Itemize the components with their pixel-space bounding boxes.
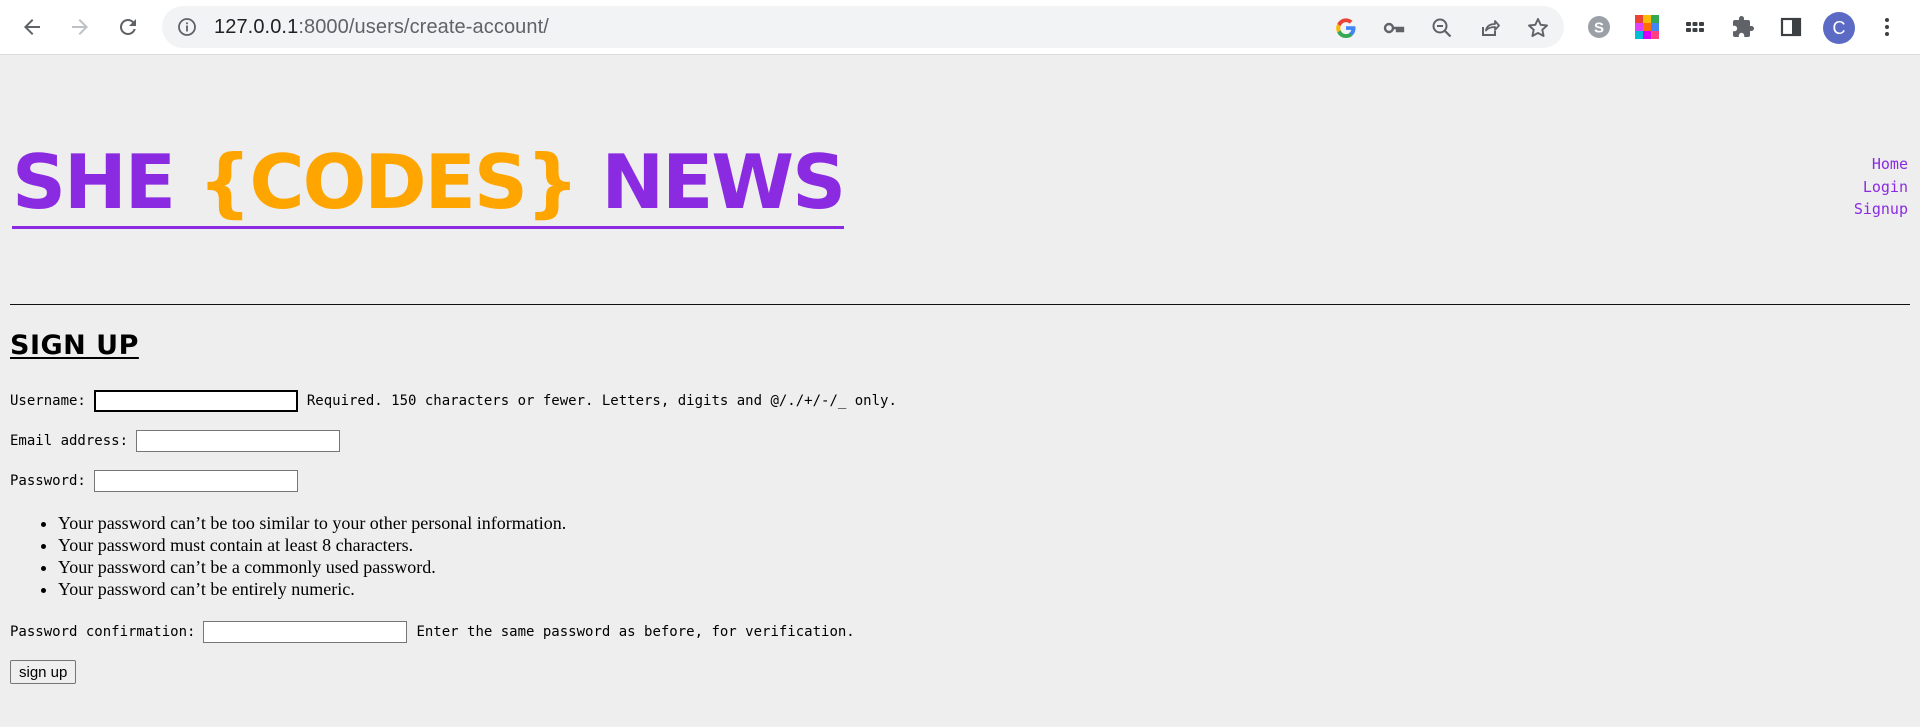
password-confirm-input[interactable] xyxy=(203,621,408,643)
username-row: Username: Required. 150 characters or fe… xyxy=(10,388,897,414)
header-divider xyxy=(10,304,1910,305)
password-rule: Your password must contain at least 8 ch… xyxy=(58,534,566,556)
back-arrow-icon xyxy=(24,19,40,35)
logo-news: NEWS xyxy=(577,138,846,226)
password-rule: Your password can’t be a commonly used p… xyxy=(58,556,566,578)
password-rule: Your password can’t be too similar to yo… xyxy=(58,512,566,534)
extensions-puzzle-icon[interactable] xyxy=(1727,11,1759,43)
browser-menu-icon[interactable] xyxy=(1871,11,1903,43)
username-input[interactable] xyxy=(93,390,298,412)
zoom-out-icon[interactable] xyxy=(1428,14,1456,42)
google-translate-icon[interactable] xyxy=(1332,14,1360,42)
username-label: Username: xyxy=(10,393,86,409)
username-help-text: Required. 150 characters or fewer. Lette… xyxy=(306,393,897,409)
page-title: SIGN UP xyxy=(10,330,139,361)
password-confirm-row: Password confirmation: Enter the same pa… xyxy=(10,619,855,645)
password-input[interactable] xyxy=(93,470,298,492)
profile-avatar[interactable]: C xyxy=(1823,12,1855,44)
browser-toolbar: 127.0.0.1:8000/users/create-account/ S C xyxy=(0,0,1920,55)
forward-arrow-icon xyxy=(72,19,88,35)
nav-login-link[interactable]: Login xyxy=(1854,176,1908,199)
reload-button[interactable] xyxy=(110,9,146,45)
url-text[interactable]: 127.0.0.1:8000/users/create-account/ xyxy=(214,6,549,48)
apps-extension-icon[interactable] xyxy=(1679,11,1711,43)
email-label: Email address: xyxy=(10,433,129,449)
key-icon[interactable] xyxy=(1380,14,1408,42)
password-label: Password: xyxy=(10,473,86,489)
logo-codes: {CODES} xyxy=(198,138,579,226)
sign-up-button[interactable]: sign up xyxy=(10,660,77,684)
color-grid-extension-icon[interactable] xyxy=(1631,11,1663,43)
password-confirm-label: Password confirmation: xyxy=(10,624,196,640)
forward-button[interactable] xyxy=(62,9,98,45)
skype-extension-icon[interactable]: S xyxy=(1583,11,1615,43)
profile-initial: C xyxy=(1832,17,1846,38)
back-button[interactable] xyxy=(14,9,50,45)
site-info-icon[interactable] xyxy=(176,16,198,38)
nav-home-link[interactable]: Home xyxy=(1854,153,1908,176)
email-row: Email address: xyxy=(10,428,348,454)
share-icon[interactable] xyxy=(1476,14,1504,42)
address-bar[interactable]: 127.0.0.1:8000/users/create-account/ xyxy=(162,6,1564,48)
nav-signup-link[interactable]: Signup xyxy=(1854,198,1908,221)
logo-she: SHE xyxy=(12,138,199,226)
bookmark-star-icon[interactable] xyxy=(1524,14,1552,42)
svg-text:S: S xyxy=(1594,20,1604,37)
password-row: Password: xyxy=(10,468,306,494)
site-logo-link[interactable]: SHE {CODES} NEWS xyxy=(12,138,846,229)
reload-icon xyxy=(119,18,136,35)
password-rules-list: Your password can’t be too similar to yo… xyxy=(10,512,566,600)
email-input[interactable] xyxy=(136,430,341,452)
top-nav: Home Login Signup xyxy=(1854,153,1908,221)
password-confirm-help-text: Enter the same password as before, for v… xyxy=(416,624,855,640)
password-rule: Your password can’t be entirely numeric. xyxy=(58,578,566,600)
side-panel-icon[interactable] xyxy=(1775,11,1807,43)
